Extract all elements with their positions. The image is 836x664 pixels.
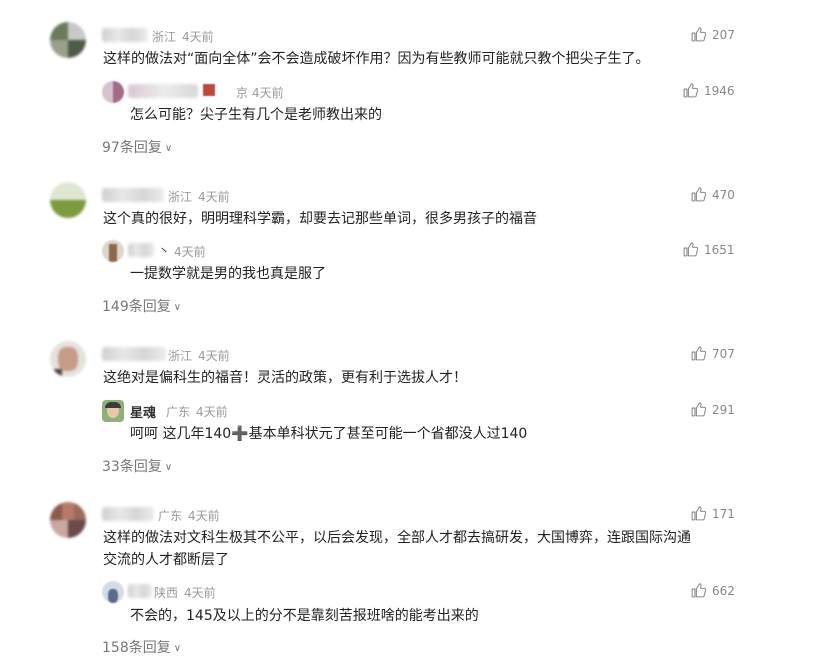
avatar[interactable] <box>50 502 86 538</box>
reply-avatar[interactable] <box>102 581 124 603</box>
comment-location: 广东 <box>158 509 183 523</box>
view-replies-link[interactable]: 33条回复 ∨ <box>102 456 172 476</box>
reply-time: 4天前 <box>174 245 206 259</box>
comment-time: 4天前 <box>188 509 220 523</box>
like-count: 1946 <box>704 83 735 98</box>
reply-text: 不会的，145及以上的分不是靠刻苦报班啥的能考出来的 <box>130 608 479 624</box>
view-replies-link[interactable]: 97条回复 ∨ <box>102 137 172 157</box>
like-count: 1651 <box>704 242 735 257</box>
like-button[interactable]: 207 <box>690 26 735 43</box>
thumbs-up-icon <box>690 582 707 599</box>
thumbs-up-icon <box>682 82 699 99</box>
username[interactable] <box>102 28 148 42</box>
reply-username-suffix[interactable]: 丶 <box>158 242 170 259</box>
reply-username-badge <box>203 84 215 96</box>
reply-like-button[interactable]: 1946 <box>682 82 735 99</box>
chevron-down-icon: ∨ <box>164 143 173 154</box>
thumbs-up-icon <box>690 26 707 43</box>
like-count: 470 <box>712 187 735 202</box>
comment-time: 4天前 <box>182 30 214 44</box>
reply-like-button[interactable]: 291 <box>690 401 735 418</box>
comment-text: 这绝对是偏科生的福音！灵活的政策，更有利于选拔人才！ <box>103 370 467 386</box>
reply-text: 呵呵 这几年140➕基本单科状元了甚至可能一个省都没人过140 <box>130 426 528 442</box>
comment-time: 4天前 <box>198 190 230 204</box>
reply-username[interactable] <box>128 84 198 98</box>
comment-location: 浙江 <box>168 349 193 363</box>
like-count: 291 <box>712 402 735 417</box>
reply-avatar[interactable] <box>102 400 124 422</box>
comment-time: 4天前 <box>198 349 230 363</box>
comment-text: 这样的做法对“面向全体”会不会造成破坏作用？因为有些教师可能就只教个把尖子生了。 <box>103 51 650 67</box>
view-replies-link[interactable]: 158条回复 ∨ <box>102 637 181 657</box>
reply-username[interactable] <box>128 584 152 598</box>
replies-count: 158条回复 <box>102 640 171 656</box>
like-count: 207 <box>712 27 735 42</box>
like-count: 707 <box>712 346 735 361</box>
thumbs-up-icon <box>690 505 707 522</box>
chevron-down-icon: ∨ <box>173 302 182 313</box>
like-count: 171 <box>712 506 735 521</box>
reply-avatar[interactable] <box>102 81 124 103</box>
like-count: 662 <box>712 583 735 598</box>
comment-text-line-1: 这样的做法对文科生极其不公平，以后会发现，全部人才都去搞研发，大国博弈，连跟国际… <box>103 530 691 546</box>
thumbs-up-icon <box>690 186 707 203</box>
replies-count: 97条回复 <box>102 140 162 156</box>
reply-avatar[interactable] <box>102 240 124 262</box>
thumbs-up-icon <box>690 401 707 418</box>
reply-text: 一提数学就是男的我也真是服了 <box>130 266 326 282</box>
reply-time: 4天前 <box>184 586 216 600</box>
avatar[interactable] <box>50 341 86 377</box>
avatar[interactable] <box>50 182 86 218</box>
reply-text: 怎么可能？尖子生有几个是老师教出来的 <box>130 107 382 123</box>
chevron-down-icon: ∨ <box>164 462 173 473</box>
username[interactable] <box>102 507 154 521</box>
reply-location: 京 <box>236 86 249 100</box>
view-replies-link[interactable]: 149条回复 ∨ <box>102 296 181 316</box>
reply-username[interactable]: 星魂 <box>130 402 156 421</box>
reply-location: 陕西 <box>154 586 179 600</box>
reply-like-button[interactable]: 662 <box>690 582 735 599</box>
replies-count: 33条回复 <box>102 459 162 475</box>
username[interactable] <box>102 347 166 361</box>
like-button[interactable]: 171 <box>690 505 735 522</box>
like-button[interactable]: 470 <box>690 186 735 203</box>
reply-time: 4天前 <box>196 405 228 419</box>
comment-text-line-2: 交流的人才都断层了 <box>103 552 229 568</box>
comment-location: 浙江 <box>168 190 193 204</box>
reply-username[interactable] <box>128 243 154 257</box>
reply-time: 4天前 <box>252 86 284 100</box>
like-button[interactable]: 707 <box>690 345 735 362</box>
reply-location: 广东 <box>166 405 191 419</box>
comment-location: 浙江 <box>152 30 177 44</box>
comment-text: 这个真的很好，明明理科学霸，却要去记那些单词，很多男孩子的福音 <box>103 211 537 227</box>
avatar[interactable] <box>50 22 86 58</box>
thumbs-up-icon <box>690 345 707 362</box>
chevron-down-icon: ∨ <box>173 643 182 654</box>
replies-count: 149条回复 <box>102 299 171 315</box>
thumbs-up-icon <box>682 241 699 258</box>
reply-like-button[interactable]: 1651 <box>682 241 735 258</box>
username[interactable] <box>102 188 164 202</box>
